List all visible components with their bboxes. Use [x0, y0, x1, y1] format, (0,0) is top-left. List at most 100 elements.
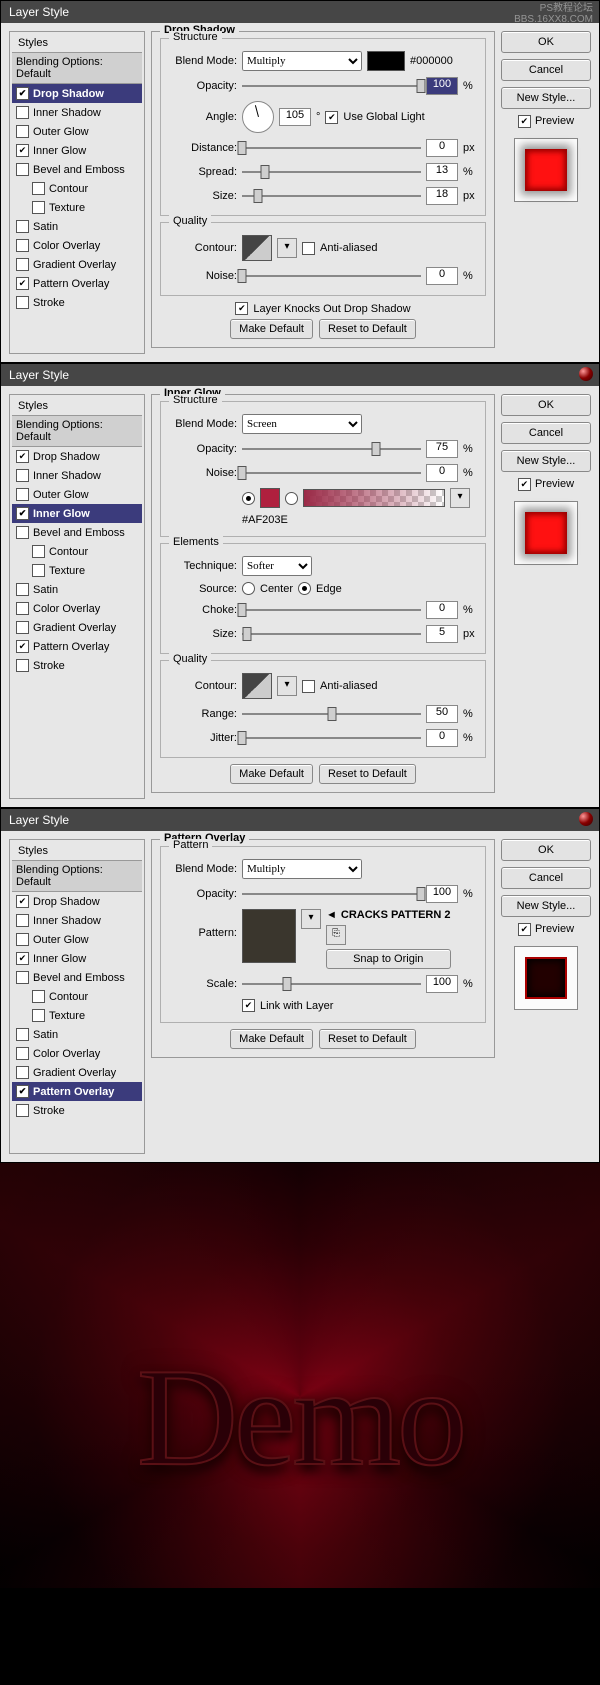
checkbox[interactable] — [32, 182, 45, 195]
opacity-slider[interactable] — [242, 85, 421, 87]
preview-checkbox[interactable] — [518, 923, 531, 936]
reset-default-button[interactable]: Reset to Default — [319, 319, 416, 339]
sidebar-item-outer-glow[interactable]: Outer Glow — [12, 930, 142, 949]
size-slider[interactable] — [242, 633, 421, 635]
distance-slider[interactable] — [242, 147, 421, 149]
checkbox[interactable] — [16, 277, 29, 290]
knockout-checkbox[interactable] — [235, 302, 248, 315]
checkbox[interactable] — [16, 106, 29, 119]
blend-mode-select[interactable]: Screen — [242, 414, 362, 434]
sidebar-item-inner-glow[interactable]: Inner Glow — [12, 504, 142, 523]
preview-checkbox[interactable] — [518, 478, 531, 491]
chevron-down-icon[interactable]: ▾ — [277, 676, 297, 696]
contour-picker[interactable] — [242, 235, 272, 261]
source-center-radio[interactable] — [242, 582, 255, 595]
sidebar-item-inner-glow[interactable]: Inner Glow — [12, 141, 142, 160]
source-edge-radio[interactable] — [298, 582, 311, 595]
sidebar-item-drop-shadow[interactable]: Drop Shadow — [12, 447, 142, 466]
scale-slider[interactable] — [242, 983, 421, 985]
sidebar-item-texture[interactable]: Texture — [12, 561, 142, 580]
choke-slider[interactable] — [242, 609, 421, 611]
checkbox[interactable] — [16, 163, 29, 176]
checkbox[interactable] — [16, 258, 29, 271]
make-default-button[interactable]: Make Default — [230, 764, 313, 784]
checkbox[interactable] — [16, 296, 29, 309]
opacity-slider[interactable] — [242, 893, 421, 895]
sidebar-item-pattern-overlay[interactable]: Pattern Overlay — [12, 1082, 142, 1101]
make-default-button[interactable]: Make Default — [230, 1029, 313, 1049]
spread-slider[interactable] — [242, 171, 421, 173]
checkbox[interactable] — [16, 87, 29, 100]
sidebar-item-satin[interactable]: Satin — [12, 580, 142, 599]
color-swatch[interactable] — [260, 488, 280, 508]
link-layer-checkbox[interactable] — [242, 999, 255, 1012]
sidebar-item-contour[interactable]: Contour — [12, 179, 142, 198]
new-style-button[interactable]: New Style... — [501, 87, 591, 109]
checkbox[interactable] — [16, 220, 29, 233]
checkbox[interactable] — [16, 239, 29, 252]
sidebar-item-inner-glow[interactable]: Inner Glow — [12, 949, 142, 968]
global-light-checkbox[interactable] — [325, 111, 338, 124]
make-default-button[interactable]: Make Default — [230, 319, 313, 339]
sidebar-item-color-overlay[interactable]: Color Overlay — [12, 1044, 142, 1063]
chevron-down-icon[interactable]: ▾ — [301, 909, 321, 929]
sidebar-item-contour[interactable]: Contour — [12, 987, 142, 1006]
angle-value[interactable]: 105 — [279, 108, 311, 126]
sidebar-item-inner-shadow[interactable]: Inner Shadow — [12, 911, 142, 930]
new-style-button[interactable]: New Style... — [501, 450, 591, 472]
sidebar-item-color-overlay[interactable]: Color Overlay — [12, 236, 142, 255]
jitter-slider[interactable] — [242, 737, 421, 739]
snap-origin-button[interactable]: Snap to Origin — [326, 949, 451, 969]
opacity-slider[interactable] — [242, 448, 421, 450]
sidebar-item-drop-shadow[interactable]: Drop Shadow — [12, 84, 142, 103]
sidebar-item-pattern-overlay[interactable]: Pattern Overlay — [12, 637, 142, 656]
checkbox[interactable] — [32, 201, 45, 214]
contour-picker[interactable] — [242, 673, 272, 699]
sidebar-item-outer-glow[interactable]: Outer Glow — [12, 485, 142, 504]
blend-mode-select[interactable]: Multiply — [242, 859, 362, 879]
pattern-picker[interactable] — [242, 909, 296, 963]
noise-slider[interactable] — [242, 275, 421, 277]
angle-dial[interactable] — [242, 101, 274, 133]
sidebar-item-bevel[interactable]: Bevel and Emboss — [12, 523, 142, 542]
sidebar-item-drop-shadow[interactable]: Drop Shadow — [12, 892, 142, 911]
chevron-down-icon[interactable]: ▾ — [277, 238, 297, 258]
gradient-picker[interactable] — [303, 489, 445, 507]
sidebar-item-pattern-overlay[interactable]: Pattern Overlay — [12, 274, 142, 293]
ok-button[interactable]: OK — [501, 839, 591, 861]
cancel-button[interactable]: Cancel — [501, 422, 591, 444]
sidebar-item-texture[interactable]: Texture — [12, 198, 142, 217]
color-radio[interactable] — [242, 492, 255, 505]
sidebar-item-stroke[interactable]: Stroke — [12, 1101, 142, 1120]
color-swatch[interactable] — [367, 51, 405, 71]
sidebar-item-gradient-overlay[interactable]: Gradient Overlay — [12, 255, 142, 274]
sidebar-item-color-overlay[interactable]: Color Overlay — [12, 599, 142, 618]
technique-select[interactable]: Softer — [242, 556, 312, 576]
range-slider[interactable] — [242, 713, 421, 715]
anti-aliased-checkbox[interactable] — [302, 242, 315, 255]
cancel-button[interactable]: Cancel — [501, 59, 591, 81]
blending-options[interactable]: Blending Options: Default — [12, 53, 142, 84]
sidebar-item-satin[interactable]: Satin — [12, 217, 142, 236]
preview-checkbox[interactable] — [518, 115, 531, 128]
ok-button[interactable]: OK — [501, 31, 591, 53]
sidebar-item-bevel[interactable]: Bevel and Emboss — [12, 968, 142, 987]
checkbox[interactable] — [16, 125, 29, 138]
chevron-down-icon[interactable]: ▾ — [450, 488, 470, 508]
size-slider[interactable] — [242, 195, 421, 197]
gradient-radio[interactable] — [285, 492, 298, 505]
sidebar-item-inner-shadow[interactable]: Inner Shadow — [12, 466, 142, 485]
reset-default-button[interactable]: Reset to Default — [319, 1029, 416, 1049]
sidebar-item-gradient-overlay[interactable]: Gradient Overlay — [12, 1063, 142, 1082]
cancel-button[interactable]: Cancel — [501, 867, 591, 889]
new-style-button[interactable]: New Style... — [501, 895, 591, 917]
sidebar-item-inner-shadow[interactable]: Inner Shadow — [12, 103, 142, 122]
sidebar-item-texture[interactable]: Texture — [12, 1006, 142, 1025]
sidebar-item-stroke[interactable]: Stroke — [12, 293, 142, 312]
sidebar-item-stroke[interactable]: Stroke — [12, 656, 142, 675]
blend-mode-select[interactable]: Multiply — [242, 51, 362, 71]
sidebar-item-gradient-overlay[interactable]: Gradient Overlay — [12, 618, 142, 637]
ok-button[interactable]: OK — [501, 394, 591, 416]
anti-aliased-checkbox[interactable] — [302, 680, 315, 693]
sidebar-item-contour[interactable]: Contour — [12, 542, 142, 561]
